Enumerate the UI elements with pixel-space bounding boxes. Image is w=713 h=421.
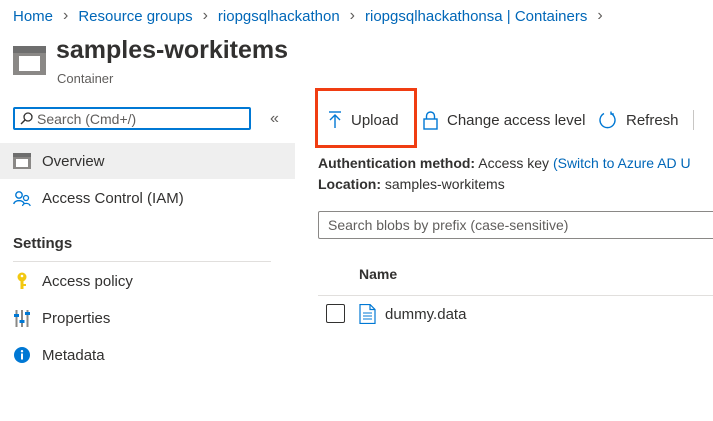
sliders-icon (13, 309, 31, 327)
menu-search-input[interactable] (37, 110, 237, 127)
blob-search-input[interactable] (328, 213, 708, 237)
authentication-method: Authentication method: Access key (Switc… (318, 155, 691, 171)
blob-name[interactable]: dummy.data (385, 306, 466, 323)
chevron-right-icon: › (597, 7, 603, 24)
table-header-divider (318, 295, 713, 296)
info-icon (13, 346, 31, 364)
breadcrumb-resource-groups[interactable]: Resource groups (78, 8, 192, 25)
breadcrumb-storage-containers[interactable]: riopgsqlhackathonsa | Containers (365, 8, 587, 25)
refresh-label: Refresh (626, 111, 679, 129)
column-header-name[interactable]: Name (359, 266, 397, 282)
nav-divider (13, 261, 271, 262)
portal-page: Home › Resource groups › riopgsqlhackath… (0, 0, 713, 421)
chevron-right-icon: › (63, 7, 69, 24)
nav-item-access-control[interactable]: Access Control (IAM) (0, 180, 295, 216)
refresh-button[interactable]: Refresh (598, 106, 679, 134)
toolbar-separator (693, 110, 694, 130)
refresh-icon (599, 111, 616, 128)
breadcrumb: Home › Resource groups › riopgsqlhackath… (13, 6, 613, 26)
people-icon (13, 189, 31, 207)
chevron-right-icon: › (349, 7, 355, 24)
key-icon (13, 272, 31, 290)
location: Location: samples-workitems (318, 176, 505, 192)
nav-item-label: Properties (42, 309, 111, 327)
nav-item-label: Metadata (42, 346, 105, 364)
page-subtitle: Container (57, 71, 114, 86)
search-icon (20, 112, 33, 125)
nav-section-settings: Settings (13, 235, 73, 252)
upload-icon (329, 111, 341, 128)
nav-item-metadata[interactable]: Metadata (0, 337, 295, 373)
row-checkbox[interactable] (326, 304, 345, 323)
nav-item-overview[interactable]: Overview (0, 143, 295, 179)
breadcrumb-resource-group[interactable]: riopgsqlhackathon (218, 8, 340, 25)
location-label: Location: (318, 176, 381, 192)
auth-label: Authentication method: (318, 155, 476, 171)
location-value: samples-workitems (384, 176, 505, 192)
collapse-menu-icon[interactable]: « (270, 110, 286, 128)
nav-item-properties[interactable]: Properties (0, 300, 295, 336)
nav-item-label: Access policy (42, 272, 133, 290)
file-icon (359, 304, 376, 324)
change-access-label: Change access level (447, 111, 586, 129)
blob-search-box[interactable] (318, 211, 713, 239)
container-icon (13, 152, 31, 170)
menu-search-box[interactable] (13, 107, 251, 130)
page-title: samples-workitems (56, 36, 289, 64)
nav-item-label: Access Control (IAM) (42, 189, 184, 207)
breadcrumb-home[interactable]: Home (13, 8, 53, 25)
upload-label: Upload (351, 111, 399, 129)
lock-icon (423, 110, 438, 130)
auth-value: Access key (478, 155, 550, 171)
chevron-right-icon: › (202, 7, 208, 24)
nav-item-access-policy[interactable]: Access policy (0, 263, 295, 299)
container-icon (13, 46, 46, 75)
change-access-level-button[interactable]: Change access level (423, 106, 585, 134)
nav-item-label: Overview (42, 152, 105, 170)
switch-auth-link[interactable]: (Switch to Azure AD U (553, 155, 691, 171)
upload-button[interactable]: Upload (328, 106, 399, 134)
